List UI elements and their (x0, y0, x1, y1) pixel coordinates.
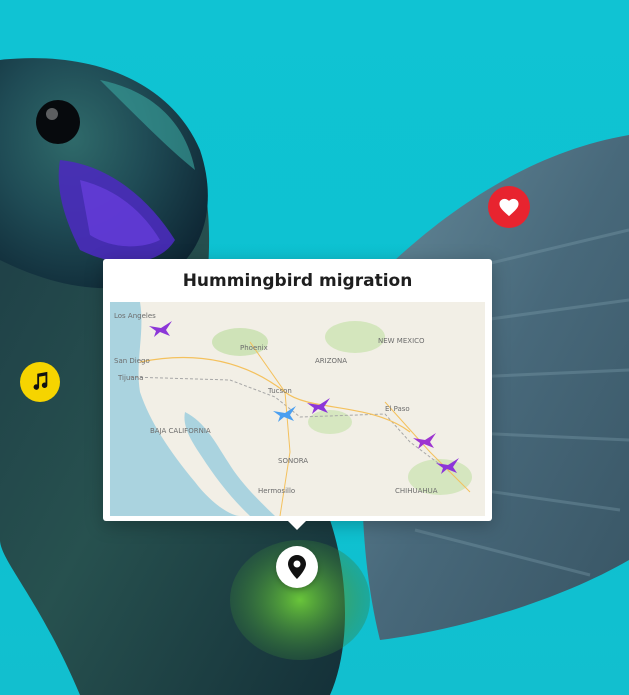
migration-map[interactable]: Los Angeles San Diego Tijuana Phoenix AR… (110, 302, 485, 516)
migration-map-card[interactable]: Hummingbird migration Los Angeles San Di… (103, 259, 492, 530)
heart-badge-button[interactable] (488, 186, 530, 228)
map-label-hermosillo: Hermosillo (258, 487, 296, 495)
map-label-baja: BAJA CALIFORNIA (150, 427, 211, 435)
bird-marker[interactable] (412, 432, 438, 450)
map-label-tucson: Tucson (268, 387, 292, 395)
music-badge-button[interactable] (20, 362, 60, 402)
map-label-arizona: ARIZONA (315, 357, 348, 365)
map-label-el-paso: El Paso (385, 405, 410, 413)
map-label-sonora: SONORA (278, 457, 309, 465)
map-pin-icon (288, 555, 306, 579)
map-label-tijuana: Tijuana (118, 374, 144, 382)
bird-marker[interactable] (148, 320, 174, 338)
bird-marker[interactable] (435, 457, 461, 475)
bird-marker[interactable] (272, 405, 298, 423)
map-label-phoenix: Phoenix (240, 344, 268, 352)
map-label-new-mexico: NEW MEXICO (378, 337, 425, 345)
bird-marker[interactable] (306, 397, 332, 415)
map-label-la: Los Angeles (114, 312, 156, 320)
heart-icon (499, 198, 519, 217)
music-note-icon (33, 371, 48, 390)
map-label-san-diego: San Diego (114, 357, 150, 365)
map-label-chihuahua: CHIHUAHUA (395, 487, 438, 495)
map-title: Hummingbird migration (182, 271, 413, 291)
map-pin-button[interactable] (276, 546, 318, 588)
